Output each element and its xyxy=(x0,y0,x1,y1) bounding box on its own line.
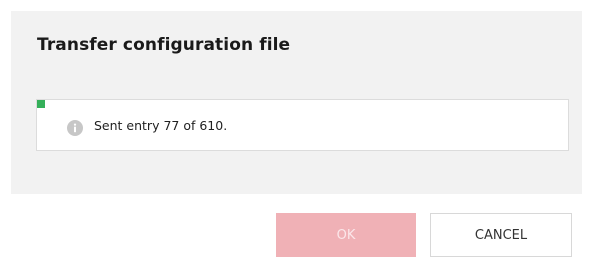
cancel-button[interactable]: CANCEL xyxy=(430,213,572,257)
dialog-title: Transfer configuration file xyxy=(37,35,291,55)
progress-box: Sent entry 77 of 610. xyxy=(36,99,569,151)
status-message: Sent entry 77 of 610. xyxy=(94,118,228,133)
transfer-dialog: Transfer configuration file Sent entry 7… xyxy=(11,11,582,194)
ok-button[interactable]: OK xyxy=(276,213,416,257)
progress-bar-fill xyxy=(37,100,45,108)
info-icon xyxy=(67,120,83,136)
